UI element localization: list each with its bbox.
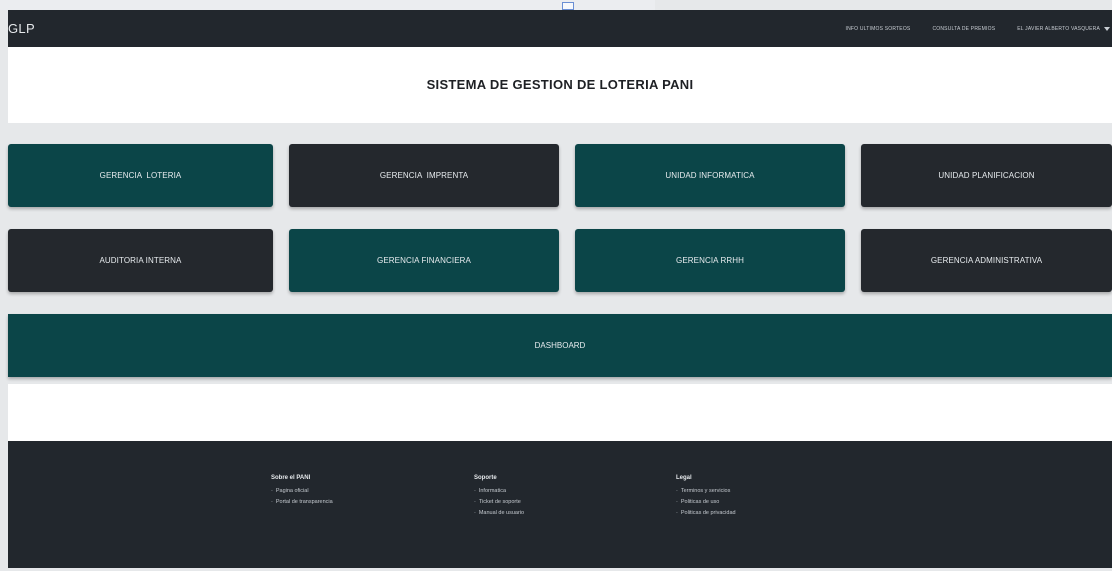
- link-bullet: -: [474, 499, 476, 505]
- tile-auditoria-interna[interactable]: AUDITORIA INTERNA: [8, 229, 273, 292]
- footer-heading: Soporte: [474, 475, 497, 481]
- footer-link-ticket-soporte[interactable]: - Ticket de soporte: [474, 499, 524, 505]
- link-text: Terminos y servicios: [680, 488, 731, 494]
- link-text: Pagina oficial: [275, 488, 309, 494]
- link-text: Portal de transparencia: [275, 499, 333, 505]
- footer: Sobre el PANI - Pagina oficial - Portal de…: [8, 441, 1112, 568]
- nav-link-consulta-premios[interactable]: CONSULTA DE PREMIOS: [932, 26, 995, 32]
- tile-gerencia-imprenta[interactable]: GERENCIA IMPRENTA: [289, 144, 559, 207]
- footer-link-politicas-uso[interactable]: - Politicas de uso: [676, 499, 736, 505]
- user-name: EL JAVIER ALBERTO VASQUERA: [1017, 25, 1100, 32]
- link-text: Informatica: [478, 488, 507, 494]
- dashboard-button[interactable]: DASHBOARD: [8, 314, 1112, 377]
- brand-logo[interactable]: GLP: [8, 21, 35, 36]
- link-bullet: -: [271, 488, 273, 494]
- content-spacer: [8, 384, 1112, 441]
- footer-link-politicas-privacidad[interactable]: - Politicas de privacidad: [676, 510, 736, 516]
- page-title: SISTEMA DE GESTION DE LOTERIA PANI: [426, 77, 694, 92]
- tile-gerencia-rrhh[interactable]: GERENCIA RRHH: [575, 229, 845, 292]
- link-bullet: -: [676, 488, 678, 494]
- top-strip: [0, 0, 655, 10]
- footer-column-sobre: Sobre el PANI - Pagina oficial - Portal de…: [271, 475, 333, 510]
- footer-link-pagina-oficial[interactable]: - Pagina oficial: [271, 488, 333, 494]
- link-bullet: -: [676, 499, 678, 505]
- tile-unidad-informatica[interactable]: UNIDAD INFORMATICA: [575, 144, 845, 207]
- nav-link-ultimos-sorteos[interactable]: INFO ULTIMOS SORTEOS: [846, 26, 911, 32]
- link-text: Ticket de soporte: [478, 499, 521, 505]
- title-band: SISTEMA DE GESTION DE LOTERIA PANI: [8, 47, 1112, 123]
- tile-unidad-planificacion[interactable]: UNIDAD PLANIFICACION: [861, 144, 1112, 207]
- footer-link-portal-transparencia[interactable]: - Portal de transparencia: [271, 499, 333, 505]
- link-bullet: -: [474, 488, 476, 494]
- footer-column-legal: Legal - Terminos y servicios - Politicas d…: [676, 475, 736, 521]
- link-text: Manual de usuario: [478, 510, 525, 516]
- tile-gerencia-loteria[interactable]: GERENCIA LOTERIA: [8, 144, 273, 207]
- footer-column-soporte: Soporte - Informatica - Ticket de soporte …: [474, 475, 524, 521]
- window-marker-icon: [562, 2, 574, 10]
- chevron-down-icon: [1104, 26, 1110, 31]
- navbar: GLP INFO ULTIMOS SORTEOS CONSULTA DE PRE…: [8, 10, 1112, 47]
- tile-gerencia-administrativa[interactable]: GERENCIA ADMINISTRATIVA: [861, 229, 1112, 292]
- tile-gerencia-financiera[interactable]: GERENCIA FINANCIERA: [289, 229, 559, 292]
- link-bullet: -: [676, 510, 678, 516]
- nav-links: INFO ULTIMOS SORTEOS CONSULTA DE PREMIOS…: [846, 10, 1112, 47]
- footer-heading: Sobre el PANI: [271, 475, 311, 481]
- link-text: Politicas de privacidad: [680, 510, 736, 516]
- footer-heading: Legal: [676, 475, 692, 481]
- user-menu[interactable]: EL JAVIER ALBERTO VASQUERA: [1017, 26, 1110, 32]
- link-bullet: -: [474, 510, 476, 516]
- link-bullet: -: [271, 499, 273, 505]
- footer-link-manual-usuario[interactable]: - Manual de usuario: [474, 510, 524, 516]
- link-text: Politicas de uso: [680, 499, 720, 505]
- footer-link-informatica[interactable]: - Informatica: [474, 488, 524, 494]
- footer-link-terminos[interactable]: - Terminos y servicios: [676, 488, 736, 494]
